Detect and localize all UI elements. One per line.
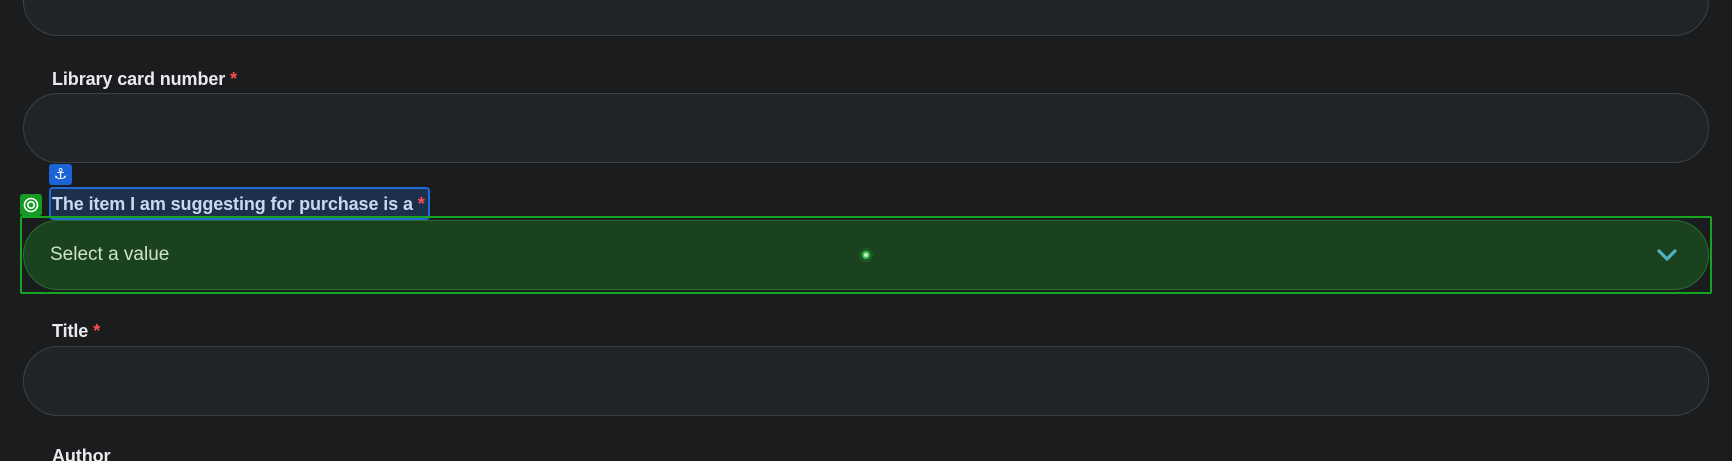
author-label-text: Author xyxy=(52,446,111,461)
title-label: Title * xyxy=(52,321,100,342)
required-marker: * xyxy=(93,321,101,341)
previous-field-input[interactable] xyxy=(23,0,1709,36)
item-type-label-text: The item I am suggesting for purchase is… xyxy=(52,194,413,214)
target-icon xyxy=(20,194,42,216)
click-target-dot-icon xyxy=(859,248,873,262)
required-marker: * xyxy=(230,69,238,89)
title-input[interactable] xyxy=(23,346,1709,416)
library-card-label: Library card number * xyxy=(52,69,237,90)
required-marker: * xyxy=(417,194,425,214)
author-label: Author xyxy=(52,446,110,461)
anchor-icon: ⚓ xyxy=(49,164,72,185)
title-label-text: Title xyxy=(52,321,89,341)
library-card-label-text: Library card number xyxy=(52,69,226,89)
library-card-input[interactable] xyxy=(23,93,1709,163)
item-type-label: The item I am suggesting for purchase is… xyxy=(52,194,425,215)
form-page: Library card number * ⚓ The item I am sug… xyxy=(0,0,1732,461)
